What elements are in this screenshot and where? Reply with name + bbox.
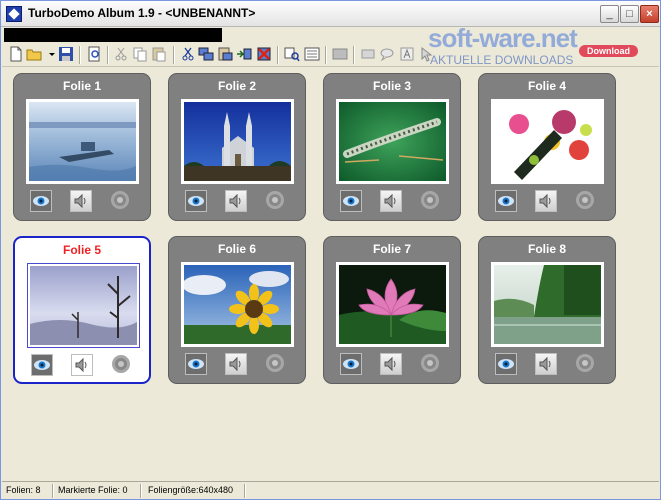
- caterpillar-image: [339, 102, 446, 181]
- toolbar-separator: [353, 46, 355, 64]
- lake-boat-image: [29, 102, 136, 181]
- speech-icon[interactable]: [379, 46, 395, 62]
- transition-icon[interactable]: [110, 190, 132, 212]
- bottle-flowers-image: [494, 102, 601, 181]
- status-divider: [244, 484, 246, 498]
- eye-icon[interactable]: [495, 190, 517, 212]
- slide-thumbnail[interactable]: [181, 99, 294, 184]
- toolbar-separator: [325, 46, 327, 64]
- paste-icon[interactable]: [151, 46, 167, 62]
- slide-title: Folie 5: [62, 243, 101, 257]
- paste-slide-icon[interactable]: [217, 46, 233, 62]
- menu-bar[interactable]: [4, 28, 222, 42]
- save-icon[interactable]: [58, 46, 74, 62]
- speaker-icon[interactable]: [70, 190, 92, 212]
- delete-slide-icon[interactable]: [256, 46, 272, 62]
- toolbar-separator: [277, 46, 279, 64]
- slide-thumbnail[interactable]: [491, 99, 604, 184]
- speaker-icon[interactable]: [225, 353, 247, 375]
- slide-title: Folie 7: [372, 242, 411, 256]
- sunflower-image: [184, 265, 291, 344]
- copy-icon[interactable]: [132, 46, 148, 62]
- transition-icon[interactable]: [265, 190, 287, 212]
- insert-slide-icon[interactable]: [236, 46, 252, 62]
- find-icon[interactable]: [284, 46, 300, 62]
- transition-icon[interactable]: [420, 353, 442, 375]
- slide-thumbnail[interactable]: [336, 262, 449, 347]
- properties-icon[interactable]: [304, 46, 320, 62]
- church-image: [184, 102, 291, 181]
- slide-card-selected[interactable]: Folie 5: [13, 236, 151, 384]
- slide-card[interactable]: Folie 6: [168, 236, 306, 384]
- toolbar-separator: [173, 46, 175, 64]
- maximize-button[interactable]: □: [620, 5, 639, 23]
- transition-icon[interactable]: [575, 190, 597, 212]
- speaker-icon[interactable]: [380, 190, 402, 212]
- open-folder-icon[interactable]: [26, 46, 42, 62]
- copy-slide-icon[interactable]: [198, 46, 214, 62]
- slide-thumbnail[interactable]: [181, 262, 294, 347]
- close-button[interactable]: ×: [640, 5, 659, 23]
- slide-thumbnail[interactable]: [491, 262, 604, 347]
- eye-icon[interactable]: [340, 353, 362, 375]
- slide-title: Folie 2: [217, 79, 256, 93]
- title-bar[interactable]: TurboDemo Album 1.9 - <UNBENANNT> _ □ ×: [1, 1, 660, 27]
- slide-title: Folie 8: [527, 242, 566, 256]
- eye-icon[interactable]: [340, 190, 362, 212]
- slide-card[interactable]: Folie 4: [478, 73, 616, 221]
- slide-thumbnail[interactable]: [26, 99, 139, 184]
- slide-title: Folie 6: [217, 242, 256, 256]
- text-icon[interactable]: [399, 46, 415, 62]
- status-divider: [140, 484, 142, 498]
- slide-card[interactable]: Folie 1: [13, 73, 151, 221]
- toolbar: [2, 43, 659, 67]
- preview-icon[interactable]: [86, 46, 102, 62]
- eye-icon[interactable]: [31, 354, 53, 376]
- slide-thumbnail[interactable]: [27, 263, 140, 348]
- slide-title: Folie 3: [372, 79, 411, 93]
- app-window: TurboDemo Album 1.9 - <UNBENANNT> _ □ ×: [0, 0, 661, 500]
- status-divider: [52, 484, 54, 498]
- status-marked-slides: Markierte Folie: 0: [58, 485, 128, 495]
- forest-lake-image: [494, 265, 601, 344]
- status-slide-size: Foliengröße:640x480: [148, 485, 234, 495]
- transition-icon[interactable]: [575, 353, 597, 375]
- transition-icon[interactable]: [420, 190, 442, 212]
- speaker-icon[interactable]: [535, 353, 557, 375]
- app-icon[interactable]: [6, 6, 22, 22]
- slide-card[interactable]: Folie 7: [323, 236, 461, 384]
- slide-canvas[interactable]: Folie 1 Folie 2 Folie 3 Folie 4 Folie 5 …: [4, 68, 659, 480]
- slide-title: Folie 4: [527, 79, 566, 93]
- new-document-icon[interactable]: [8, 46, 24, 62]
- speaker-icon[interactable]: [535, 190, 557, 212]
- window-title: TurboDemo Album 1.9 - <UNBENANNT>: [28, 6, 256, 20]
- cursor-icon[interactable]: [418, 46, 434, 62]
- speaker-icon[interactable]: [225, 190, 247, 212]
- status-bar: Folien: 8 Markierte Folie: 0 Foliengröße…: [2, 481, 659, 499]
- eye-icon[interactable]: [30, 190, 52, 212]
- transition-icon[interactable]: [265, 353, 287, 375]
- cut-slide-icon[interactable]: [180, 46, 196, 62]
- toolbar-separator: [107, 46, 109, 64]
- cut-icon[interactable]: [113, 46, 129, 62]
- rect-icon[interactable]: [360, 46, 376, 62]
- chevron-down-icon[interactable]: [44, 46, 55, 62]
- speaker-icon[interactable]: [380, 353, 402, 375]
- image-icon[interactable]: [332, 46, 348, 62]
- minimize-button[interactable]: _: [600, 5, 619, 23]
- slide-thumbnail[interactable]: [336, 99, 449, 184]
- slide-title: Folie 1: [62, 79, 101, 93]
- lotus-image: [339, 265, 446, 344]
- slide-card[interactable]: Folie 3: [323, 73, 461, 221]
- eye-icon[interactable]: [495, 353, 517, 375]
- eye-icon[interactable]: [185, 190, 207, 212]
- transition-icon[interactable]: [111, 354, 133, 376]
- speaker-icon[interactable]: [71, 354, 93, 376]
- status-slide-count: Folien: 8: [6, 485, 41, 495]
- toolbar-separator: [79, 46, 81, 64]
- eye-icon[interactable]: [185, 353, 207, 375]
- slide-card[interactable]: Folie 8: [478, 236, 616, 384]
- slide-card[interactable]: Folie 2: [168, 73, 306, 221]
- dead-trees-image: [30, 266, 137, 345]
